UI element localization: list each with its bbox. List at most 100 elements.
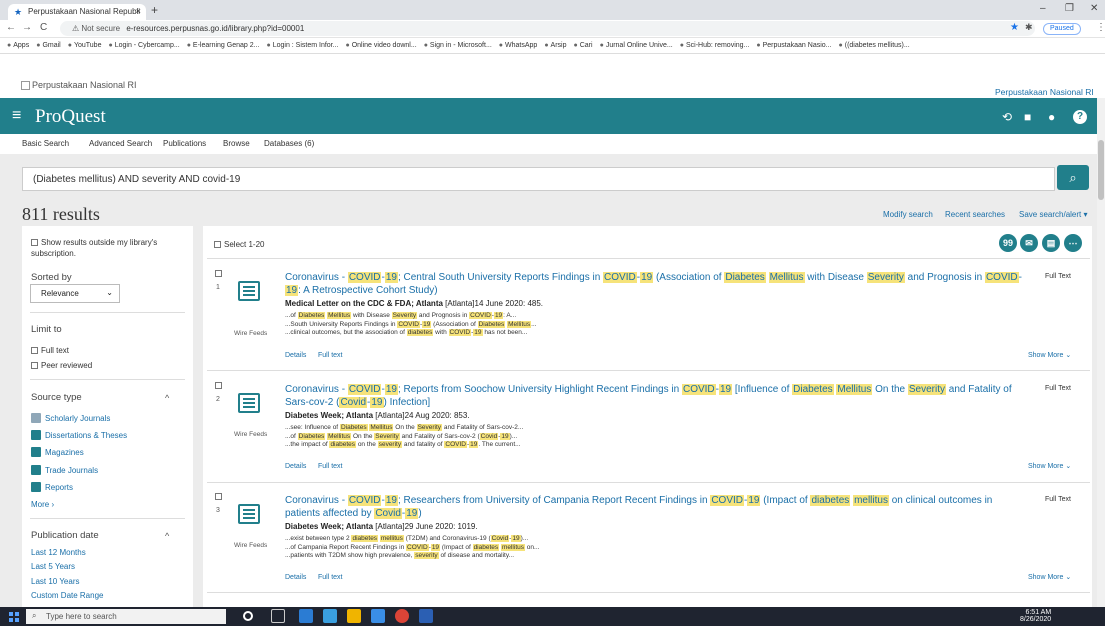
select-all-checkbox[interactable]: Select 1-20 bbox=[214, 240, 264, 249]
browser-tab[interactable]: ★ Perpustakaan Nasional Republi × bbox=[8, 4, 146, 20]
print-icon[interactable]: ▤ bbox=[1042, 234, 1060, 252]
bookmark-star-icon[interactable]: ★ bbox=[1010, 22, 1019, 33]
recent-searches-link[interactable]: Recent searches bbox=[945, 210, 1005, 219]
cortana-icon[interactable] bbox=[243, 611, 253, 621]
search-button[interactable]: ⌕ bbox=[1057, 165, 1089, 190]
bookmark-item[interactable]: ● E-learning Genap 2... bbox=[187, 38, 260, 49]
reload-button[interactable]: C bbox=[40, 22, 47, 33]
date-custom-range[interactable]: Custom Date Range bbox=[31, 591, 103, 600]
user-icon[interactable]: ● bbox=[1048, 110, 1055, 124]
show-more-link[interactable]: Show More ⌄ bbox=[1028, 351, 1071, 359]
tab-close-icon[interactable]: × bbox=[136, 6, 141, 16]
nav-databases[interactable]: Databases (6) bbox=[264, 139, 314, 148]
new-tab-button[interactable]: + bbox=[151, 3, 158, 17]
nav-browse[interactable]: Browse bbox=[223, 139, 250, 148]
history-icon[interactable]: ⟲ bbox=[1002, 110, 1012, 124]
details-link[interactable]: Details bbox=[285, 574, 306, 581]
close-window-icon[interactable]: ✕ bbox=[1090, 3, 1098, 14]
url-field[interactable]: ⚠ Not secure e-resources.perpusnas.go.id… bbox=[60, 21, 1035, 36]
full-text-badge[interactable]: Full Text bbox=[1045, 385, 1071, 392]
full-text-checkbox[interactable]: Full text bbox=[31, 346, 69, 355]
result-checkbox[interactable] bbox=[215, 493, 222, 500]
result-title[interactable]: Coronavirus - COVID-19; Reports from Soo… bbox=[285, 383, 1030, 409]
bookmark-item[interactable]: ● Perpustakaan Nasio... bbox=[756, 38, 831, 49]
outside-library-checkbox[interactable]: Show results outside my library's subscr… bbox=[31, 237, 181, 259]
not-secure-indicator[interactable]: ⚠ Not secure bbox=[72, 24, 120, 33]
taskbar-search[interactable]: ⌕ Type here to search bbox=[26, 609, 226, 624]
checkbox[interactable] bbox=[31, 239, 38, 246]
result-title[interactable]: Coronavirus - COVID-19; Central South Un… bbox=[285, 271, 1030, 297]
full-text-link[interactable]: Full text bbox=[318, 352, 343, 359]
date-last-5-years[interactable]: Last 5 Years bbox=[31, 562, 75, 571]
proquest-logo[interactable]: ProQuest bbox=[35, 106, 106, 128]
scrollbar-thumb[interactable] bbox=[1098, 140, 1104, 200]
search-input[interactable]: (Diabetes mellitus) AND severity AND cov… bbox=[22, 167, 1055, 191]
source-scholarly-journals[interactable]: Scholarly Journals bbox=[31, 413, 110, 423]
nav-advanced-search[interactable]: Advanced Search bbox=[89, 139, 152, 148]
checkbox[interactable] bbox=[214, 241, 221, 248]
extensions-icon[interactable]: ✱ bbox=[1025, 22, 1033, 33]
bookmark-item[interactable]: ● Login - Cybercamp... bbox=[108, 38, 179, 49]
perpusnas-link[interactable]: Perpustakaan Nasional RI bbox=[995, 87, 1094, 97]
profile-paused-button[interactable]: Paused bbox=[1043, 23, 1081, 35]
show-more-link[interactable]: Show More ⌄ bbox=[1028, 573, 1071, 581]
more-actions-icon[interactable]: ⋯ bbox=[1064, 234, 1082, 252]
bookmark-item[interactable]: ● ((diabetes mellitus)... bbox=[839, 38, 910, 49]
hamburger-menu-icon[interactable]: ≡ bbox=[12, 108, 21, 124]
bookmark-item[interactable]: ● YouTube bbox=[68, 38, 102, 49]
date-last-12-months[interactable]: Last 12 Months bbox=[31, 548, 86, 557]
bookmark-item[interactable]: ● Arsip bbox=[544, 38, 566, 49]
bookmark-item[interactable]: ● Sign in - Microsoft... bbox=[424, 38, 492, 49]
mail-icon[interactable] bbox=[371, 609, 385, 623]
store-icon[interactable] bbox=[323, 609, 337, 623]
minimize-icon[interactable]: – bbox=[1040, 3, 1046, 14]
source-more-link[interactable]: More › bbox=[31, 500, 54, 509]
bookmark-item[interactable]: ● Online video downl... bbox=[345, 38, 416, 49]
bookmark-item[interactable]: ● WhatsApp bbox=[499, 38, 538, 49]
bookmark-item[interactable]: ● Apps bbox=[7, 38, 29, 49]
task-view-icon[interactable] bbox=[271, 609, 285, 623]
full-text-link[interactable]: Full text bbox=[318, 463, 343, 470]
chrome-icon[interactable] bbox=[395, 609, 409, 623]
checkbox[interactable] bbox=[31, 347, 38, 354]
peer-reviewed-checkbox[interactable]: Peer reviewed bbox=[31, 361, 92, 370]
source-magazines[interactable]: Magazines bbox=[31, 447, 84, 457]
restore-icon[interactable]: ❐ bbox=[1065, 3, 1074, 14]
bookmark-item[interactable]: ● Login : Sistem Infor... bbox=[266, 38, 338, 49]
folder-icon[interactable]: ■ bbox=[1024, 110, 1031, 124]
back-button[interactable]: ← bbox=[6, 22, 16, 33]
full-text-link[interactable]: Full text bbox=[318, 574, 343, 581]
word-icon[interactable] bbox=[419, 609, 433, 623]
result-checkbox[interactable] bbox=[215, 382, 222, 389]
chevron-up-icon[interactable]: ^ bbox=[165, 393, 169, 403]
details-link[interactable]: Details bbox=[285, 463, 306, 470]
nav-publications[interactable]: Publications bbox=[163, 139, 206, 148]
browser-menu-icon[interactable]: ⋮ bbox=[1096, 22, 1105, 33]
source-dissertations[interactable]: Dissertations & Theses bbox=[31, 430, 127, 440]
source-reports[interactable]: Reports bbox=[31, 482, 73, 492]
full-text-badge[interactable]: Full Text bbox=[1045, 273, 1071, 280]
result-checkbox[interactable] bbox=[215, 270, 222, 277]
show-more-link[interactable]: Show More ⌄ bbox=[1028, 462, 1071, 470]
modify-search-link[interactable]: Modify search bbox=[883, 210, 933, 219]
sort-select[interactable]: Relevance ⌄ bbox=[30, 284, 120, 303]
details-link[interactable]: Details bbox=[285, 352, 306, 359]
result-title[interactable]: Coronavirus - COVID-19; Researchers from… bbox=[285, 494, 1030, 520]
checkbox[interactable] bbox=[31, 362, 38, 369]
chevron-up-icon[interactable]: ^ bbox=[165, 531, 169, 541]
bookmark-item[interactable]: ● Sci-Hub: removing... bbox=[680, 38, 750, 49]
cite-icon[interactable]: 99 bbox=[999, 234, 1017, 252]
save-search-link[interactable]: Save search/alert ▾ bbox=[1019, 210, 1088, 219]
forward-button[interactable]: → bbox=[22, 22, 32, 33]
source-trade-journals[interactable]: Trade Journals bbox=[31, 465, 98, 475]
windows-start-icon[interactable] bbox=[9, 612, 19, 622]
bookmark-item[interactable]: ● Cari bbox=[574, 38, 593, 49]
date-last-10-years[interactable]: Last 10 Years bbox=[31, 577, 79, 586]
site-logo[interactable]: Perpustakaan Nasional RI bbox=[21, 80, 137, 91]
email-icon[interactable]: ✉ bbox=[1020, 234, 1038, 252]
full-text-badge[interactable]: Full Text bbox=[1045, 496, 1071, 503]
file-explorer-icon[interactable] bbox=[347, 609, 361, 623]
edge-icon[interactable] bbox=[299, 609, 313, 623]
bookmark-item[interactable]: ● Gmail bbox=[36, 38, 61, 49]
help-icon[interactable]: ? bbox=[1073, 110, 1087, 124]
